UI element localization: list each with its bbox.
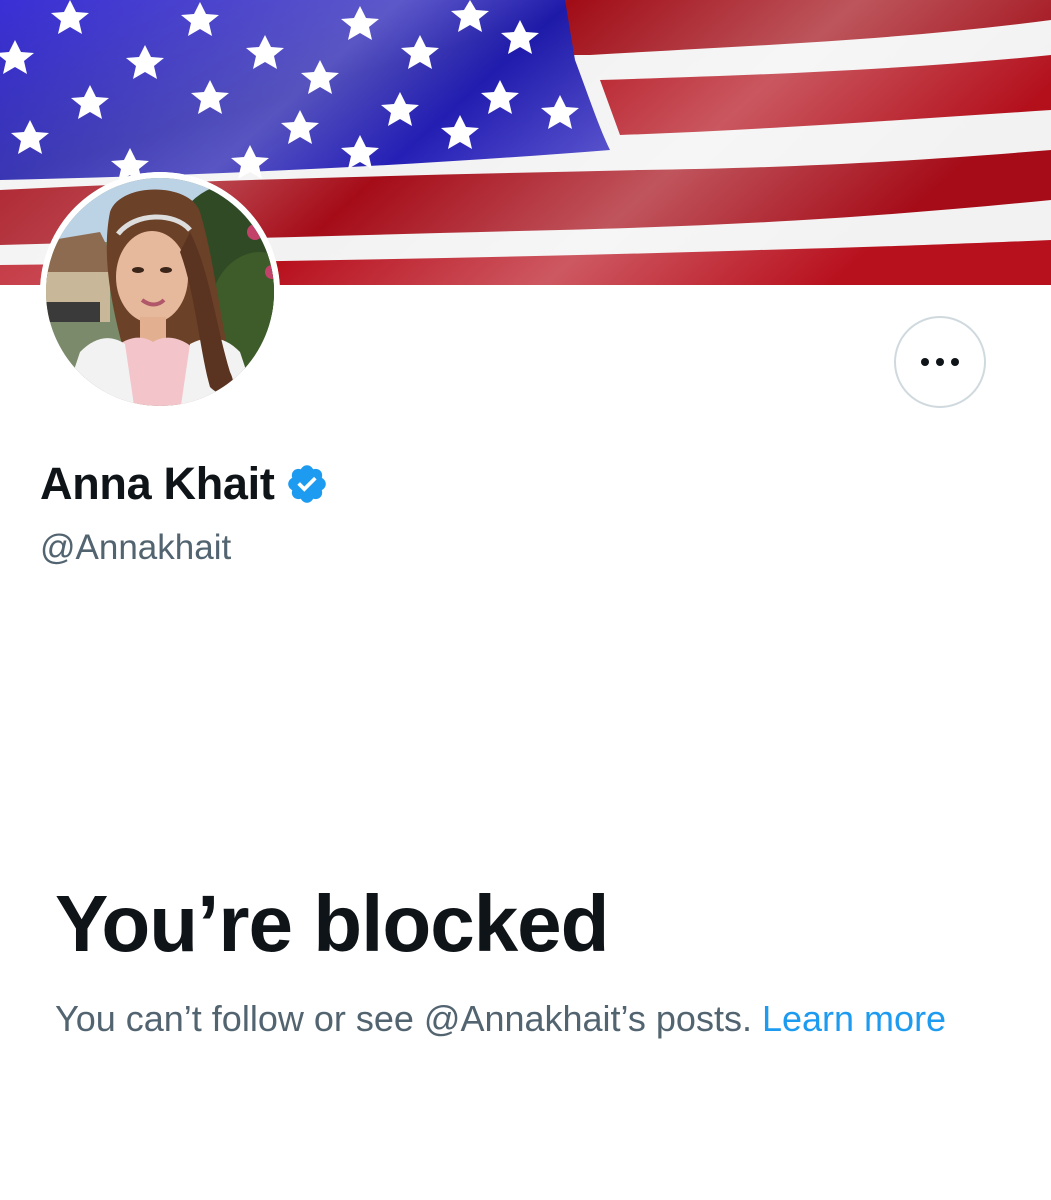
more-horizontal-icon-dot: [951, 358, 959, 366]
blocked-title: You’re blocked: [55, 879, 610, 968]
profile-photo-image: [40, 172, 280, 412]
profile-avatar[interactable]: [40, 172, 280, 412]
learn-more-link[interactable]: Learn more: [762, 998, 946, 1039]
blocked-message: You can’t follow or see @Annakhait’s pos…: [55, 992, 955, 1046]
verified-badge-icon[interactable]: [285, 462, 329, 506]
more-options-button[interactable]: [894, 316, 986, 408]
profile-name-row: Anna Khait: [40, 458, 329, 510]
profile-display-name: Anna Khait: [40, 458, 275, 509]
blocked-message-text: You can’t follow or see @Annakhait’s pos…: [55, 998, 752, 1039]
more-horizontal-icon-dot: [921, 358, 929, 366]
profile-handle: @Annakhait: [40, 528, 232, 567]
more-horizontal-icon-dot: [936, 358, 944, 366]
